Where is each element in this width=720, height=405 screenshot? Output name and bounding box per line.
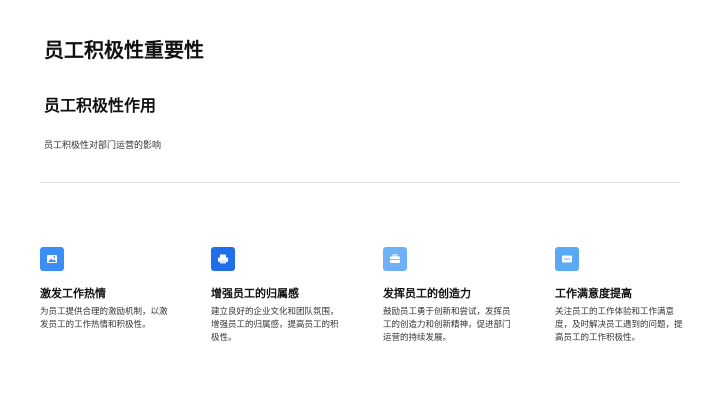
feature-cards: 激发工作热情 为员工提供合理的激励机制，以激发员工的工作热情和积极性。 增强员工… xyxy=(40,247,683,357)
card-text: 建立良好的企业文化和团队氛围，增强员工的归属感，提高员工的积极性。 xyxy=(211,307,339,343)
card-title: 发挥员工的创造力 xyxy=(383,287,471,300)
card-title: 激发工作热情 xyxy=(40,287,106,300)
printer-icon xyxy=(211,247,235,271)
slide-title: 员工积极性重要性 xyxy=(44,38,204,62)
feature-card-1: 激发工作热情 为员工提供合理的激励机制，以激发员工的工作热情和积极性。 xyxy=(40,247,170,332)
feature-card-4: 工作满意度提高 关注员工的工作体验和工作满意度，及时解决员工遇到的问题，提高员工… xyxy=(555,247,685,345)
slide-subtitle: 员工积极性作用 xyxy=(44,96,157,115)
feature-card-3: 发挥员工的创造力 鼓励员工勇于创新和尝试，发挥员工的创造力和创新精神，促进部门运… xyxy=(383,247,513,345)
message-icon xyxy=(555,247,579,271)
card-title: 增强员工的归属感 xyxy=(211,287,299,300)
feature-card-2: 增强员工的归属感 建立良好的企业文化和团队氛围，增强员工的归属感，提高员工的积极… xyxy=(211,247,341,345)
card-text: 为员工提供合理的激励机制，以激发员工的工作热情和积极性。 xyxy=(40,307,168,330)
card-title: 工作满意度提高 xyxy=(555,287,632,300)
briefcase-icon xyxy=(383,247,407,271)
divider xyxy=(40,182,680,183)
slide-description: 员工积极性对部门运营的影响 xyxy=(44,141,162,151)
card-text: 鼓励员工勇于创新和尝试，发挥员工的创造力和创新精神，促进部门运营的持续发展。 xyxy=(383,307,511,343)
card-text: 关注员工的工作体验和工作满意度，及时解决员工遇到的问题，提高员工的工作积极性。 xyxy=(555,307,683,343)
image-icon xyxy=(40,247,64,271)
